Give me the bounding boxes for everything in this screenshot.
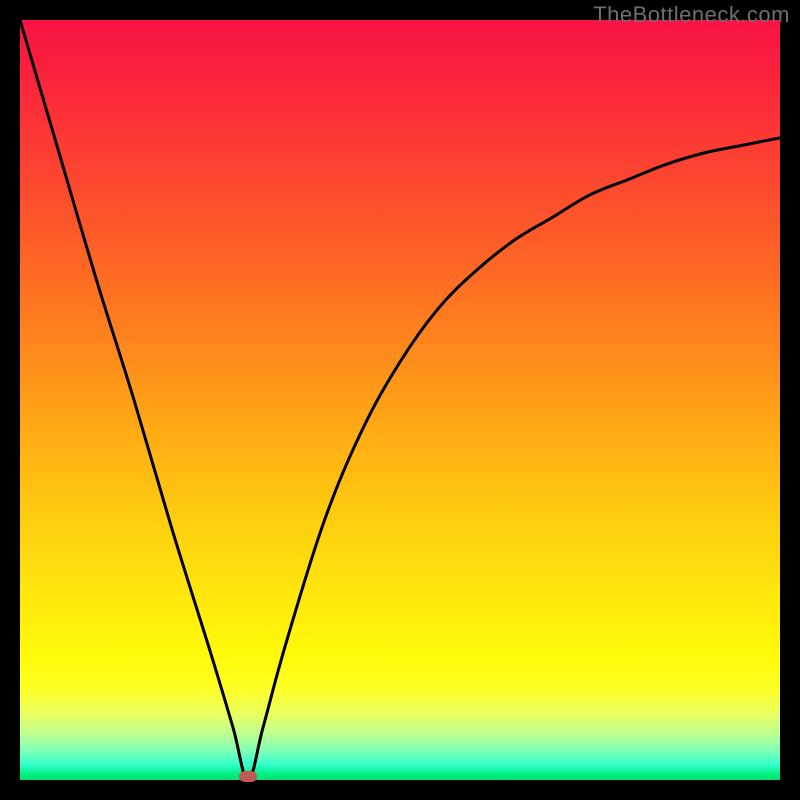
minimum-marker — [239, 771, 257, 782]
chart-frame: TheBottleneck.com — [0, 0, 800, 800]
plot-area — [20, 20, 780, 780]
watermark-text: TheBottleneck.com — [593, 2, 790, 28]
bottleneck-curve — [20, 20, 780, 780]
